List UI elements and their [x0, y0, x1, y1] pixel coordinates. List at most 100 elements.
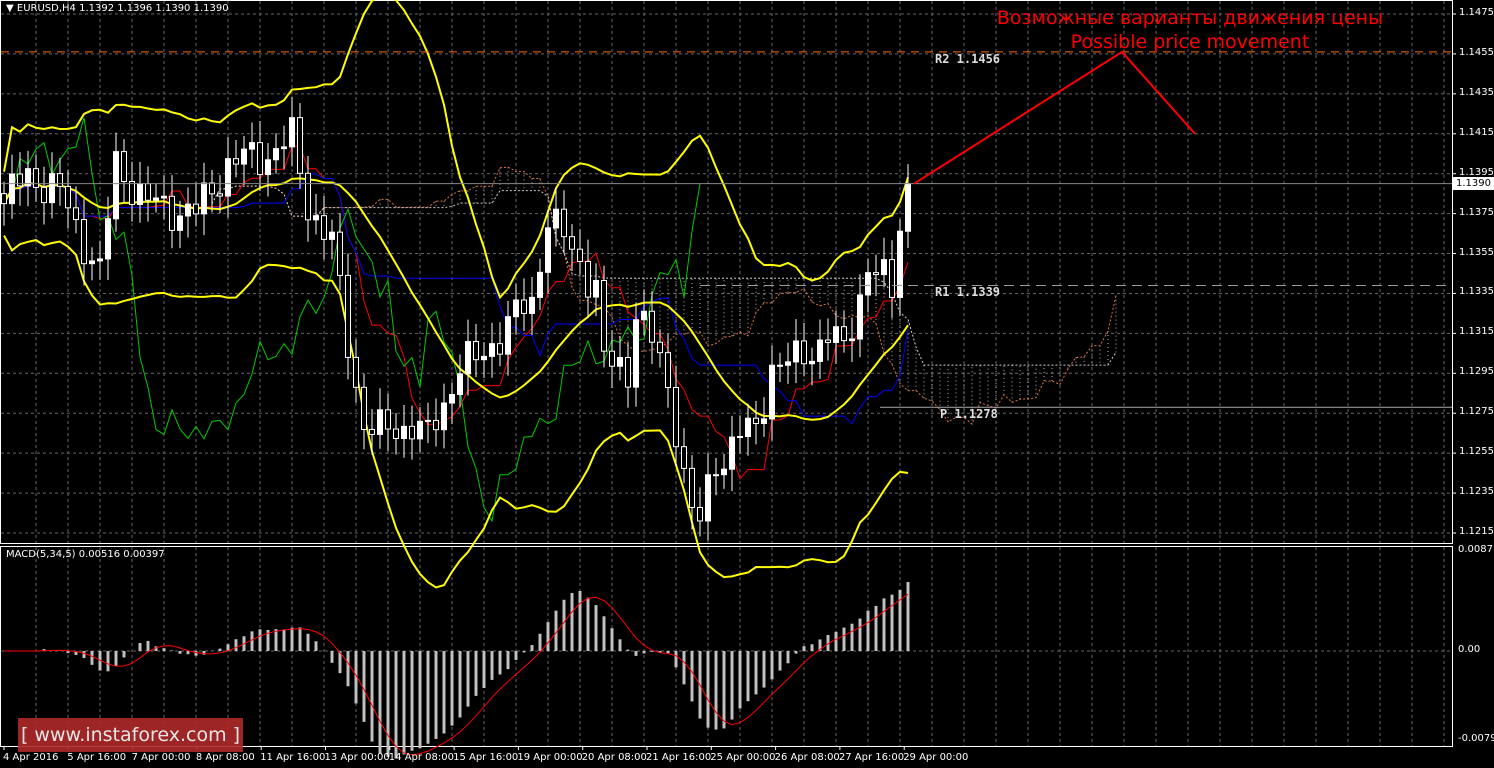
macd-histogram-bar	[866, 610, 870, 651]
macd-histogram-bar	[770, 651, 774, 680]
candle-body	[105, 218, 111, 260]
price-tick-label: 1.1375	[1459, 206, 1494, 218]
candle-body	[249, 142, 255, 150]
macd-histogram-bar	[802, 646, 806, 651]
chikou-line	[3, 117, 701, 523]
chart-header: ▼ EURUSD,H4 1.1392 1.1396 1.1390 1.1390	[6, 3, 229, 14]
candle-body	[561, 208, 567, 238]
price-chart[interactable]	[0, 0, 1494, 768]
price-tick-label: 1.1255	[1459, 446, 1494, 458]
macd-histogram-bar	[378, 651, 382, 754]
candle-body	[1, 193, 7, 205]
candle-body	[449, 394, 455, 404]
macd-histogram-bar	[450, 651, 454, 726]
candle-body	[513, 299, 519, 318]
candle-body	[417, 420, 423, 440]
macd-histogram-bar	[90, 651, 94, 665]
candle-body	[705, 474, 711, 522]
candle-body	[489, 343, 495, 357]
macd-histogram-bar	[530, 645, 534, 651]
candle-body	[353, 356, 359, 388]
candle-body	[361, 386, 367, 430]
macd-histogram-bar	[194, 651, 198, 656]
candle-body	[817, 339, 823, 362]
macd-histogram-bar	[490, 651, 494, 680]
macd-histogram-bar	[82, 651, 86, 659]
macd-histogram-bar	[298, 627, 302, 651]
macd-histogram-bar	[882, 598, 886, 651]
macd-histogram-bar	[162, 648, 166, 651]
candle-body	[465, 341, 471, 375]
price-tick-label: 1.1335	[1459, 286, 1494, 298]
candle-body	[265, 159, 271, 176]
macd-histogram-bar	[570, 592, 574, 651]
macd-histogram-bar	[538, 633, 542, 651]
macd-histogram-bar	[290, 627, 294, 651]
candle-body	[65, 185, 71, 209]
pivot-r1-label: R1 1.1339	[935, 285, 1001, 299]
macd-histogram-bar	[786, 651, 790, 664]
candle-body	[169, 195, 175, 231]
candle-body	[57, 173, 63, 187]
date-tick-label: 7 Apr 00:00	[131, 752, 191, 763]
candle-body	[841, 326, 847, 342]
candle-body	[577, 248, 583, 262]
candle-body	[217, 193, 223, 197]
candle-body	[689, 467, 695, 508]
candle-body	[401, 425, 407, 440]
macd-histogram-bar	[674, 651, 678, 668]
candle-body	[409, 425, 415, 440]
macd-histogram-bar	[306, 633, 310, 651]
candle-body	[369, 428, 375, 435]
candle-body	[345, 274, 351, 358]
macd-histogram-bar	[170, 650, 174, 651]
watermark-logo: [ www.instaforex.com ]	[18, 718, 243, 752]
macd-histogram-bar	[106, 651, 110, 672]
macd-histogram-bar	[362, 651, 366, 722]
price-tick-label: 1.1315	[1459, 326, 1494, 338]
date-tick-label: 26 Apr 08:00	[774, 752, 840, 763]
macd-histogram-bar	[402, 651, 406, 755]
macd-histogram-bar	[274, 629, 278, 651]
candle-body	[633, 319, 639, 388]
candle-body	[161, 195, 167, 199]
macd-histogram-bar	[858, 618, 862, 651]
macd-histogram-bar	[258, 629, 262, 651]
macd-histogram-bar	[114, 651, 118, 666]
candle-body	[849, 338, 855, 342]
candle-body	[481, 355, 487, 361]
macd-histogram-bar	[482, 651, 486, 688]
candle-body	[809, 360, 815, 365]
candle-body	[585, 260, 591, 298]
candle-body	[257, 142, 263, 176]
current-price-tag: 1.1390	[1453, 177, 1494, 190]
candle-body	[521, 299, 527, 314]
candle-body	[209, 182, 215, 195]
candle-body	[865, 272, 871, 296]
macd-histogram-bar	[778, 651, 782, 671]
candle-body	[825, 339, 831, 343]
candle-body	[713, 474, 719, 477]
candle-body	[737, 436, 743, 439]
macd-histogram-bar	[578, 591, 582, 651]
macd-histogram-bar	[906, 581, 910, 651]
macd-histogram-bar	[410, 651, 414, 751]
date-tick-label: 25 Apr 00:00	[710, 752, 776, 763]
macd-histogram-bar	[442, 651, 446, 734]
candle-body	[393, 428, 399, 440]
dropdown-triangle-icon[interactable]: ▼	[6, 3, 14, 14]
candle-body	[73, 207, 79, 221]
candle-body	[241, 148, 247, 165]
macd-histogram-bar	[466, 651, 470, 707]
candle-body	[681, 446, 687, 469]
macd-histogram-bar	[650, 651, 654, 652]
candle-body	[81, 219, 87, 265]
date-tick-label: 14 Apr 08:00	[388, 752, 454, 763]
candle-body	[89, 260, 95, 265]
candle-body	[545, 227, 551, 273]
candle-body	[873, 272, 879, 276]
price-tick-label: 1.1355	[1459, 246, 1494, 258]
candle-body	[97, 258, 103, 262]
candle-body	[601, 280, 607, 352]
date-tick-label: 13 Apr 00:00	[324, 752, 390, 763]
